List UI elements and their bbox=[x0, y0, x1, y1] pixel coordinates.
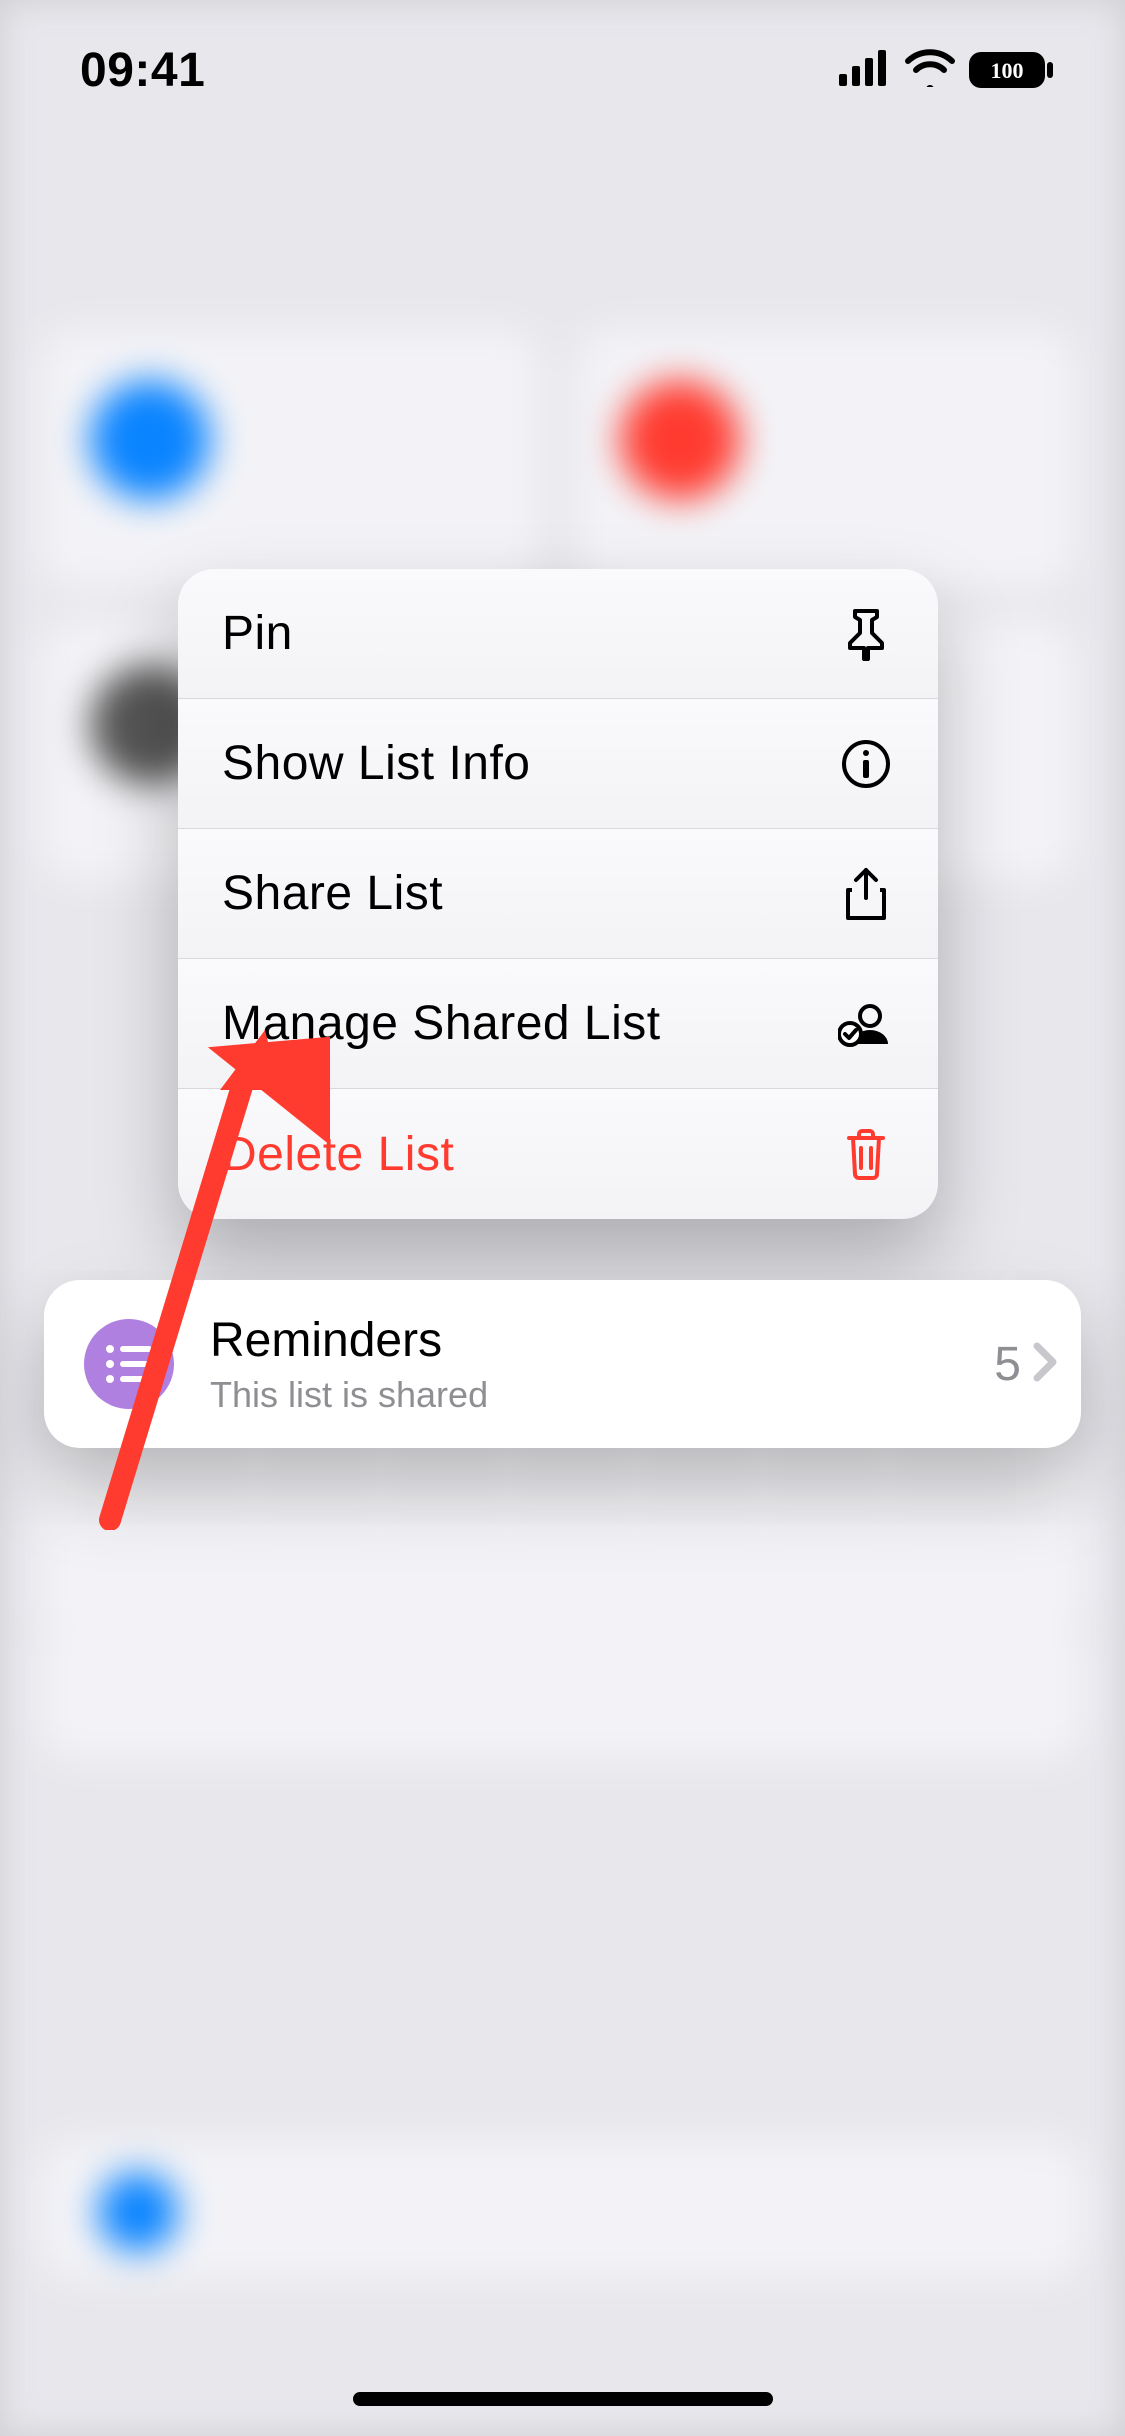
battery-percent-text: 100 bbox=[991, 58, 1024, 83]
status-time: 09:41 bbox=[80, 43, 205, 98]
home-indicator bbox=[353, 2392, 773, 2406]
status-indicators: 100 bbox=[839, 49, 1055, 92]
list-title: Reminders bbox=[210, 1313, 994, 1368]
delete-list-menu-item[interactable]: Delete List bbox=[178, 1089, 938, 1219]
wifi-icon bbox=[905, 49, 955, 92]
pin-menu-item[interactable]: Pin bbox=[178, 569, 938, 699]
share-list-menu-item[interactable]: Share List bbox=[178, 829, 938, 959]
manage-shared-list-menu-item[interactable]: Manage Shared List bbox=[178, 959, 938, 1089]
pin-icon bbox=[838, 606, 894, 662]
menu-item-label: Delete List bbox=[222, 1127, 454, 1182]
context-menu: Pin Show List Info Share List Manag bbox=[178, 569, 938, 1219]
show-list-info-menu-item[interactable]: Show List Info bbox=[178, 699, 938, 829]
status-bar: 09:41 100 bbox=[0, 0, 1125, 140]
list-texts: Reminders This list is shared bbox=[210, 1313, 994, 1416]
list-count: 5 bbox=[994, 1337, 1021, 1392]
battery-icon: 100 bbox=[969, 50, 1055, 90]
trash-icon bbox=[838, 1126, 894, 1182]
menu-item-label: Share List bbox=[222, 866, 443, 921]
menu-item-label: Show List Info bbox=[222, 736, 531, 791]
share-icon bbox=[838, 866, 894, 922]
chevron-right-icon bbox=[1027, 1338, 1063, 1391]
menu-item-label: Manage Shared List bbox=[222, 996, 661, 1051]
cellular-signal-icon bbox=[839, 50, 891, 91]
info-icon bbox=[838, 736, 894, 792]
reminders-list-card[interactable]: Reminders This list is shared 5 bbox=[44, 1280, 1081, 1448]
manage-shared-icon bbox=[838, 996, 894, 1052]
list-subtitle: This list is shared bbox=[210, 1374, 994, 1416]
menu-item-label: Pin bbox=[222, 606, 293, 661]
list-bullets-icon bbox=[84, 1319, 174, 1409]
